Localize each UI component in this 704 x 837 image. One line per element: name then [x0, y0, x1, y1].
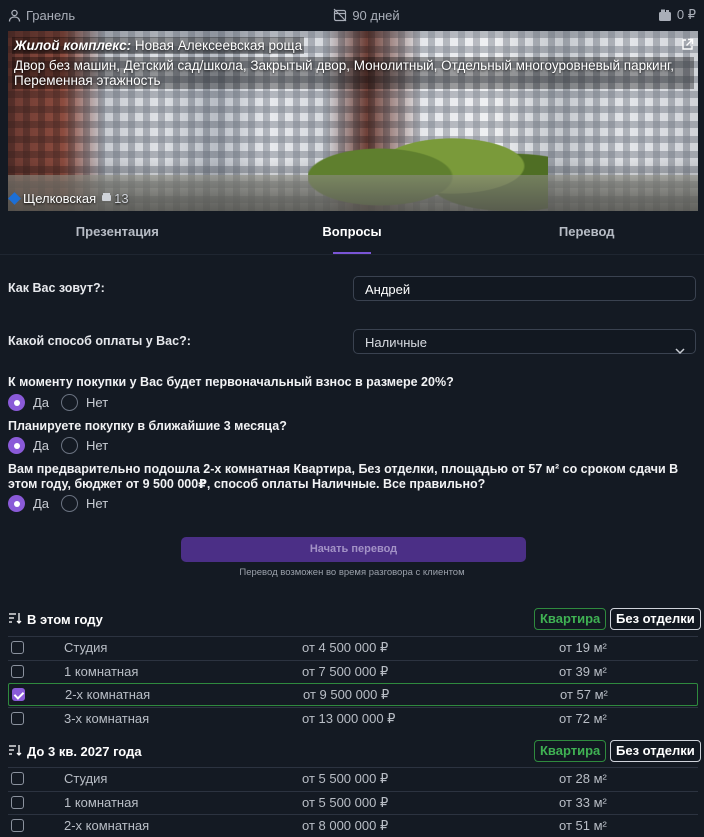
radio-no-label: Нет [86, 438, 109, 453]
metro-icon [8, 192, 21, 205]
radio-no[interactable] [61, 495, 79, 512]
section-title-text: До 3 кв. 2027 года [27, 744, 142, 759]
row-area: от 19 м² [559, 640, 607, 655]
section-title-until-2027: До 3 кв. 2027 года [8, 744, 142, 759]
row-type: Студия [64, 640, 108, 655]
complex-features: Двор без машин, Детский сад/школа, Закры… [12, 57, 694, 89]
transfer-hint: Перевод возможен во время разговора с кл… [239, 567, 465, 578]
radio-yes-label: Да [33, 496, 50, 511]
row-type: 2-х комнатная [64, 818, 150, 833]
chip-apartment[interactable]: Квартира [534, 608, 607, 630]
row-type: Студия [64, 771, 108, 786]
table-row-selected[interactable]: 2-х комнатная от 9 500 000 ₽ от 57 м² [8, 683, 698, 706]
radio-yes-label: Да [33, 395, 50, 410]
name-label: Как Вас зовут?: [8, 281, 105, 295]
sort-icon [8, 612, 22, 627]
agent-info: Гранель [8, 8, 75, 23]
chip-no-finish[interactable]: Без отделки [610, 608, 701, 630]
agent-name: Гранель [26, 7, 76, 23]
row-type: 1 комнатная [64, 664, 139, 679]
walk-time: 13 [101, 191, 129, 206]
table-row[interactable]: 3-х комнатная от 13 000 000 ₽ от 72 м² [8, 707, 698, 730]
balance-value: 0 ₽ [676, 7, 696, 22]
down-payment-options: Да Нет [8, 394, 120, 411]
row-type: 2-х комнатная [65, 687, 151, 702]
payment-select[interactable]: Наличные [353, 329, 696, 355]
complex-label: Жилой комплекс: [14, 38, 132, 53]
radio-yes-label: Да [33, 438, 50, 453]
name-input[interactable]: Андрей [353, 276, 696, 301]
row-price: от 4 500 000 ₽ [302, 640, 389, 655]
question-summary-confirm: Вам предварительно подошла 2-х комнатная… [8, 462, 679, 491]
payment-label: Какой способ оплаты у Вас?: [8, 334, 191, 348]
table-row[interactable]: 2-х комнатная от 8 000 000 ₽ от 51 м² [8, 814, 698, 837]
row-checkbox[interactable] [11, 665, 24, 678]
row-area: от 28 м² [559, 771, 607, 786]
walk-minutes: 13 [114, 191, 129, 206]
row-type: 1 комнатная [64, 795, 139, 810]
row-checkbox[interactable] [11, 641, 24, 654]
table-row[interactable]: 1 комнатная от 7 500 000 ₽ от 39 м² [8, 660, 698, 683]
tab-questions[interactable]: Вопросы [235, 212, 470, 254]
row-price: от 8 000 000 ₽ [302, 818, 389, 833]
purchase-timing-options: Да Нет [8, 437, 120, 454]
row-area: от 57 м² [560, 687, 608, 702]
row-checkbox[interactable] [11, 712, 24, 725]
radio-no-label: Нет [86, 395, 109, 410]
radio-no-label: Нет [86, 496, 109, 511]
tab-presentation[interactable]: Презентация [0, 212, 235, 254]
payment-value: Наличные [365, 335, 427, 350]
user-icon [8, 9, 21, 22]
tab-bar: Презентация Вопросы Перевод [0, 212, 704, 254]
table-row[interactable]: Студия от 5 500 000 ₽ от 28 м² [8, 767, 698, 790]
external-link-icon[interactable] [681, 38, 694, 54]
section-title-text: В этом году [27, 612, 103, 627]
tab-divider [0, 254, 704, 255]
summary-confirm-options: Да Нет [8, 495, 120, 512]
row-price: от 5 500 000 ₽ [302, 795, 389, 810]
complex-photo-card[interactable]: Жилой комплекс: Новая Алексеевская роща … [8, 31, 698, 211]
radio-yes[interactable] [8, 437, 25, 454]
metro-name: Щелковская [23, 191, 97, 206]
row-area: от 39 м² [559, 664, 607, 679]
days-value: 90 дней [352, 7, 400, 23]
wallet-icon [658, 9, 672, 22]
balance: 0 ₽ [658, 7, 696, 23]
row-area: от 33 м² [559, 795, 607, 810]
radio-yes[interactable] [8, 495, 25, 512]
walk-icon [101, 191, 112, 206]
row-price: от 7 500 000 ₽ [302, 664, 389, 679]
table-row[interactable]: Студия от 4 500 000 ₽ от 19 м² [8, 636, 698, 659]
radio-no[interactable] [61, 394, 79, 411]
sort-icon [8, 744, 22, 759]
top-bar: Гранель 90 дней 0 ₽ [0, 0, 704, 30]
calendar-off-icon [333, 8, 347, 22]
row-checkbox[interactable] [11, 772, 24, 785]
tab-transfer[interactable]: Перевод [469, 212, 704, 254]
section-title-this-year: В этом году [8, 612, 103, 627]
row-type: 3-х комнатная [64, 711, 150, 726]
metro-station: Щелковская 13 [8, 191, 129, 206]
complex-name: Новая Алексеевская роща [134, 38, 303, 53]
days-counter: 90 дней [333, 7, 400, 23]
table-row[interactable]: 1 комнатная от 5 500 000 ₽ от 33 м² [8, 791, 698, 814]
row-price: от 5 500 000 ₽ [302, 771, 389, 786]
radio-no[interactable] [61, 437, 79, 454]
chip-apartment[interactable]: Квартира [534, 740, 607, 762]
row-checkbox-checked[interactable] [12, 688, 25, 701]
question-purchase-timing: Планируете покупку в ближайшие 3 месяца? [8, 419, 287, 433]
question-down-payment: К моменту покупки у Вас будет первоначал… [8, 375, 454, 389]
row-area: от 72 м² [559, 711, 607, 726]
complex-info: Жилой комплекс: Новая Алексеевская роща … [8, 35, 698, 91]
complex-title: Жилой комплекс: Новая Алексеевская роща [12, 37, 305, 54]
chevron-down-icon [675, 338, 685, 363]
row-area: от 51 м² [559, 818, 607, 833]
row-price: от 13 000 000 ₽ [302, 711, 396, 726]
chip-no-finish[interactable]: Без отделки [610, 740, 701, 762]
start-transfer-button[interactable]: Начать перевод [181, 537, 526, 562]
radio-yes[interactable] [8, 394, 25, 411]
row-checkbox[interactable] [11, 796, 24, 809]
row-price: от 9 500 000 ₽ [303, 687, 390, 702]
row-checkbox[interactable] [11, 819, 24, 832]
